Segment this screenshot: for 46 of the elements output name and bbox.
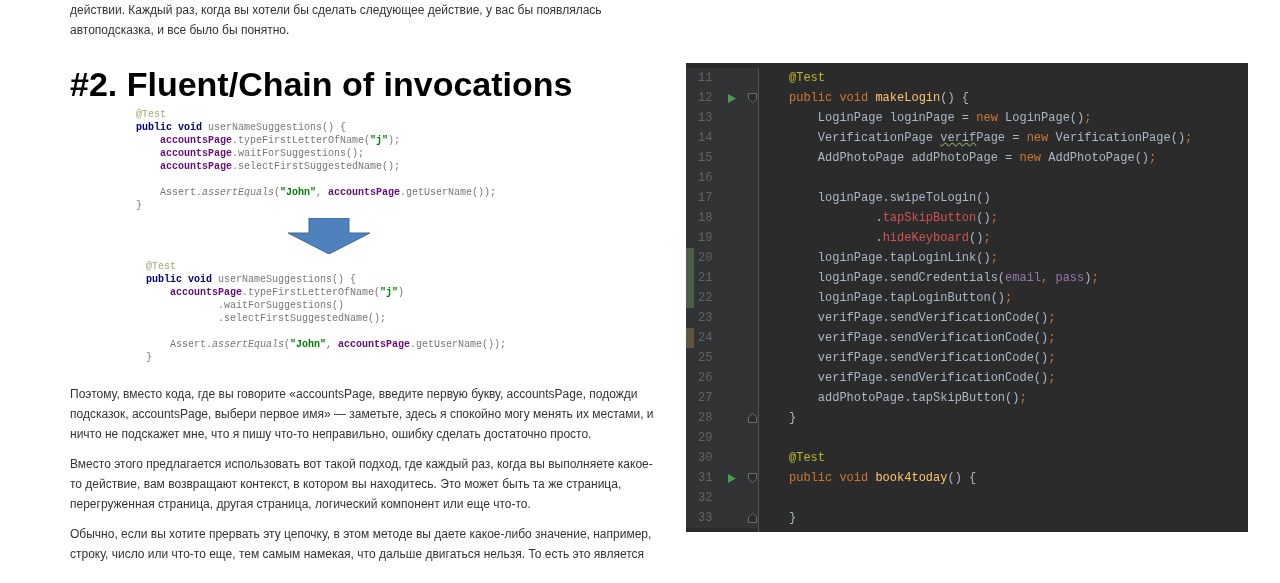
run-icon[interactable]: [728, 93, 736, 103]
code-line: .tapSkipButton();: [874, 210, 998, 227]
code-line: public void book4today() {: [789, 470, 977, 487]
code-line: public void userNameSuggestions() {: [136, 121, 347, 134]
code-line: }: [789, 410, 797, 427]
down-arrow-icon: [288, 218, 370, 254]
paragraph: Обычно, если вы хотите прервать эту цепочку, в этом методе вы даете какое-либо значение, например, строку, число или что-то еще, тем самым намекая, что дальше двигаться нельзя. То есть это является: [70, 526, 653, 563]
code-line: verifPage.sendVerificationCode();: [816, 350, 1056, 367]
code-line: loginPage.tapLoginLink();: [816, 250, 998, 267]
paragraph: действии. Каждый раз, когда вы хотели бы сделать следующее действие, у вас бы появлялась автоподсказка, и все было бы понятно.: [70, 2, 603, 39]
code-line: .hideKeyboard();: [874, 230, 991, 247]
fold-icon[interactable]: [747, 413, 757, 423]
fold-icon[interactable]: [747, 513, 757, 523]
run-icon[interactable]: [728, 473, 736, 483]
code-line: }: [136, 199, 142, 212]
code-line: Assert.assertEquals("John", accountsPage.getUserName());: [159, 186, 497, 199]
paragraph: Вместо этого предлагается использовать вот такой подход, где каждый раз, когда вы выполняете какое-то действие, вам возвращают контекст, в котором вы находитесь. Это может быть та же страница, перегруженная страница, другая страница, логический компонент или еще что-то.: [70, 456, 654, 513]
code-line: }: [789, 510, 797, 527]
paragraph: Поэтому, вместо кода, где вы говорите «accountsPage, введите первую букву, accountsPage, подожди подсказок, accountsPage, выбери первое имя» — заметьте, здесь я спокойно могу менять их местами, и ничто не подскажет мне, что я пишу что-то неправильно, ошибку сделать достаточно просто.: [70, 386, 655, 443]
code-line: .waitForSuggestions(): [217, 299, 345, 312]
code-line: public void makeLogin() {: [789, 90, 970, 107]
code-line: accountsPage.typeFirstLetterOfName("j");: [159, 134, 401, 147]
code-line: loginPage.sendCredentials(email, pass);: [816, 270, 1099, 287]
code-line: }: [146, 351, 152, 364]
code-line: loginPage.swipeToLogin(): [816, 190, 991, 207]
code-line: verifPage.sendVerificationCode();: [816, 330, 1056, 347]
code-line: @Test: [136, 108, 166, 121]
code-line: accountsPage.typeFirstLetterOfName("j"): [169, 286, 405, 299]
code-line: AddPhotoPage addPhotoPage = new AddPhotoPage();: [816, 150, 1157, 167]
code-line: .selectFirstSuggestedName();: [217, 312, 387, 325]
code-line: @Test: [789, 70, 825, 87]
code-line: @Test: [789, 450, 825, 467]
code-line: Assert.assertEquals("John", accountsPage.getUserName());: [169, 338, 507, 351]
code-line: loginPage.tapLoginButton();: [816, 290, 1013, 307]
code-line: accountsPage.waitForSuggestions();: [159, 147, 365, 160]
code-line: @Test: [146, 260, 176, 273]
code-line: verifPage.sendVerificationCode();: [816, 310, 1056, 327]
code-line: public void userNameSuggestions() {: [146, 273, 357, 286]
fold-icon[interactable]: [747, 473, 757, 483]
code-line: accountsPage.selectFirstSuggestedName();: [159, 160, 401, 173]
fold-icon[interactable]: [747, 93, 757, 103]
code-line: VerificationPage verifPage = new VerificationPage();: [816, 130, 1193, 147]
code-line: addPhotoPage.tapSkipButton();: [816, 390, 1027, 407]
code-line: LoginPage loginPage = new LoginPage();: [816, 110, 1092, 127]
code-line: verifPage.sendVerificationCode();: [816, 370, 1056, 387]
slide-title: #2. Fluent/Chain of invocations: [70, 64, 573, 104]
